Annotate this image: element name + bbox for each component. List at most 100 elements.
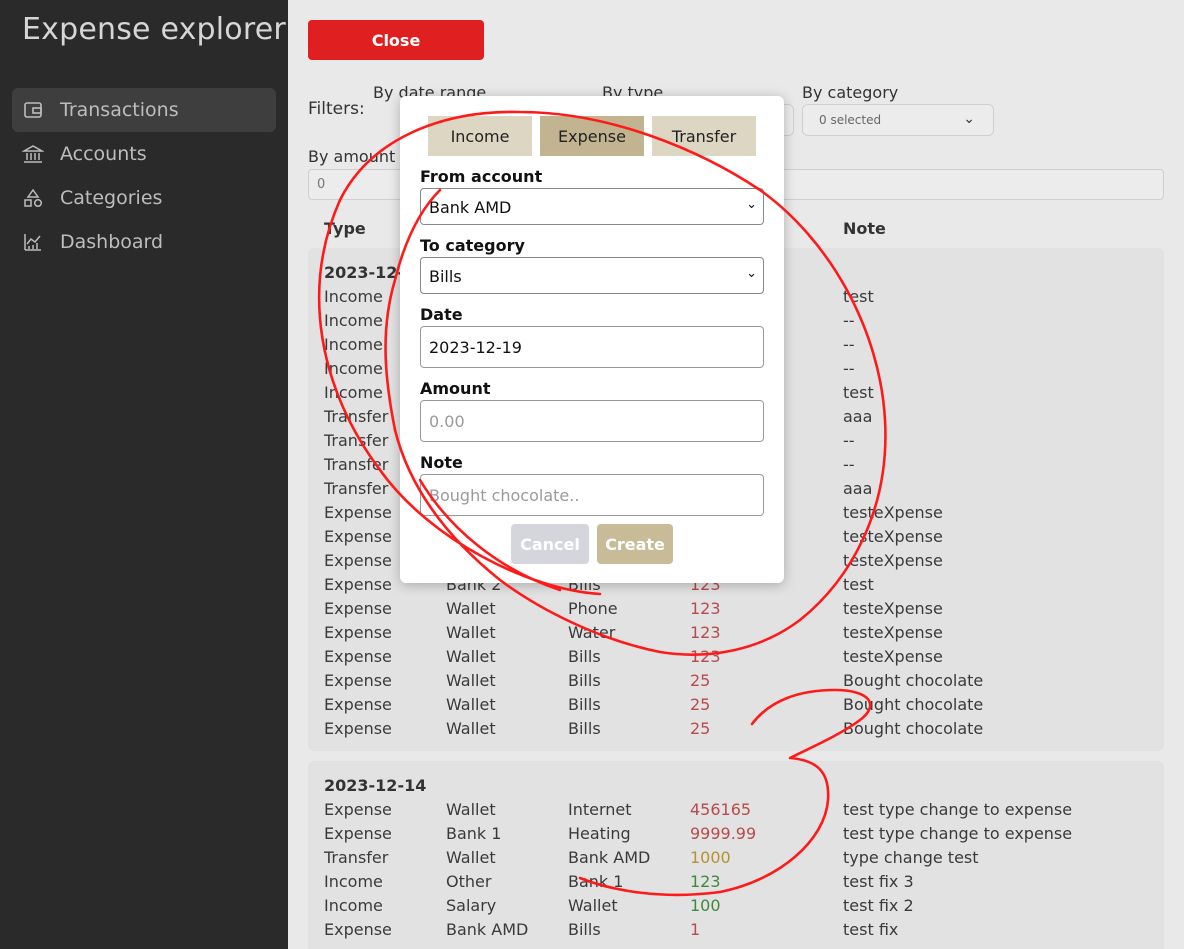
note-input[interactable]: Bought chocolate.. — [420, 474, 764, 516]
sidebar-item-label: Categories — [60, 187, 163, 209]
cell-amount: 123 — [690, 647, 721, 666]
cell-type: Income — [324, 287, 383, 306]
cell-note: -- — [843, 359, 855, 378]
cell-amount: 9999.99 — [690, 824, 757, 843]
cell-note: test fix 2 — [843, 896, 914, 915]
cell-from: Bank 1 — [446, 824, 502, 843]
cell-type: Transfer — [324, 407, 389, 426]
sidebar-item-label: Transactions — [60, 99, 179, 121]
cell-type: Income — [324, 335, 383, 354]
cell-amount: 123 — [690, 623, 721, 642]
cell-type: Expense — [324, 527, 392, 546]
chevron-down-icon: ⌄ — [963, 111, 975, 127]
sidebar-item-categories[interactable]: Categories — [12, 176, 276, 220]
table-row[interactable]: Income Salary Wallet 100 test fix 2 — [324, 896, 1154, 920]
amount-label: Amount — [420, 379, 491, 398]
cell-type: Expense — [324, 551, 392, 570]
table-row[interactable]: Income Other Bank 1 123 test fix 3 — [324, 872, 1154, 896]
column-header-note: Note — [843, 219, 886, 238]
table-row[interactable]: Expense Wallet Bills 25 Bought chocolate — [324, 719, 1154, 743]
filter-amount-label: By amount r — [308, 147, 407, 166]
table-row[interactable]: Expense Wallet Bills 25 Bought chocolate — [324, 671, 1154, 695]
sidebar-item-label: Dashboard — [60, 231, 164, 253]
table-row[interactable]: Expense Bank AMD Bills 1 test fix — [324, 920, 1154, 944]
cell-amount: 1000 — [690, 848, 731, 867]
chevron-down-icon: ⌄ — [746, 266, 757, 281]
shapes-icon — [22, 187, 44, 209]
table-row[interactable]: Transfer Wallet Bank AMD 1000 type change te… — [324, 848, 1154, 872]
cell-type: Expense — [324, 503, 392, 522]
cell-type: Income — [324, 359, 383, 378]
cell-from: Wallet — [446, 848, 496, 867]
cell-note: aaa — [843, 479, 873, 498]
cell-to: Heating — [568, 824, 631, 843]
sidebar-item-label: Accounts — [60, 143, 147, 165]
cell-type: Expense — [324, 800, 392, 819]
amount-input[interactable]: 0.00 — [420, 400, 764, 442]
tab-expense[interactable]: Expense — [540, 116, 644, 156]
table-row[interactable]: Expense Bank 1 Heating 9999.99 test type cha… — [324, 824, 1154, 848]
column-header-type: Type — [324, 219, 366, 238]
cell-type: Transfer — [324, 431, 389, 450]
cell-note: -- — [843, 335, 855, 354]
table-row[interactable]: Expense Wallet Bills 123 testeXpense — [324, 647, 1154, 671]
cell-note: test — [843, 383, 874, 402]
note-label: Note — [420, 453, 463, 472]
cell-amount: 123 — [690, 599, 721, 618]
table-row[interactable]: Expense Wallet Phone 123 testeXpense — [324, 599, 1154, 623]
cell-note: testeXpense — [843, 647, 943, 666]
cell-amount: 1 — [690, 920, 701, 939]
sidebar-item-accounts[interactable]: Accounts — [12, 132, 276, 176]
chevron-down-icon: ⌄ — [746, 197, 757, 212]
cell-from: Wallet — [446, 647, 496, 666]
cell-from: Wallet — [446, 695, 496, 714]
cell-type: Expense — [324, 671, 392, 690]
create-button[interactable]: Create — [597, 524, 673, 564]
to-category-select[interactable]: Bills ⌄ — [420, 257, 764, 294]
table-row[interactable]: Expense Wallet Bills 25 Bought chocolate — [324, 695, 1154, 719]
tab-transfer[interactable]: Transfer — [652, 116, 756, 156]
cell-note: test — [843, 575, 874, 594]
cell-from: Wallet — [446, 719, 496, 738]
table-row[interactable]: Expense Wallet Water 123 testeXpense — [324, 623, 1154, 647]
amount-filter-value: 0 — [317, 177, 326, 192]
cell-note: -- — [843, 431, 855, 450]
cell-type: Transfer — [324, 848, 389, 867]
cell-note: type change test — [843, 848, 979, 867]
cell-amount: 123 — [690, 872, 721, 891]
cell-type: Expense — [324, 623, 392, 642]
wallet-icon — [22, 99, 44, 121]
cell-type: Income — [324, 896, 383, 915]
cell-type: Expense — [324, 824, 392, 843]
cell-note: testeXpense — [843, 623, 943, 642]
cell-type: Transfer — [324, 479, 389, 498]
date-input[interactable]: 2023-12-19 — [420, 326, 764, 368]
table-row[interactable]: Expense Wallet Internet 456165 test type cha… — [324, 800, 1154, 824]
cell-note: test fix — [843, 920, 899, 939]
cell-from: Salary — [446, 896, 497, 915]
close-button[interactable]: Close — [308, 20, 484, 60]
date-value: 2023-12-19 — [429, 338, 522, 357]
tab-income[interactable]: Income — [428, 116, 532, 156]
category-filter-value: 0 selected — [819, 113, 882, 127]
cell-amount: 25 — [690, 671, 711, 690]
to-category-label: To category — [420, 236, 525, 255]
cell-note: Bought chocolate — [843, 695, 984, 714]
category-filter-select[interactable]: 0 selected ⌄ — [802, 104, 994, 136]
cell-to: Phone — [568, 599, 618, 618]
sidebar-item-dashboard[interactable]: Dashboard — [12, 220, 276, 264]
cell-to: Bills — [568, 695, 601, 714]
cell-type: Expense — [324, 599, 392, 618]
cancel-button[interactable]: Cancel — [511, 524, 589, 564]
cell-note: testeXpense — [843, 551, 943, 570]
cell-to: Bills — [568, 671, 601, 690]
from-account-select[interactable]: Bank AMD ⌄ — [420, 188, 764, 225]
date-label: Date — [420, 305, 463, 324]
cell-note: aaa — [843, 407, 873, 426]
cell-note: Bought chocolate — [843, 671, 984, 690]
filter-category-label: By category — [802, 83, 899, 102]
cell-from: Other — [446, 872, 492, 891]
cell-note: test — [843, 287, 874, 306]
cell-to: Bills — [568, 920, 601, 939]
sidebar-item-transactions[interactable]: Transactions — [12, 88, 276, 132]
